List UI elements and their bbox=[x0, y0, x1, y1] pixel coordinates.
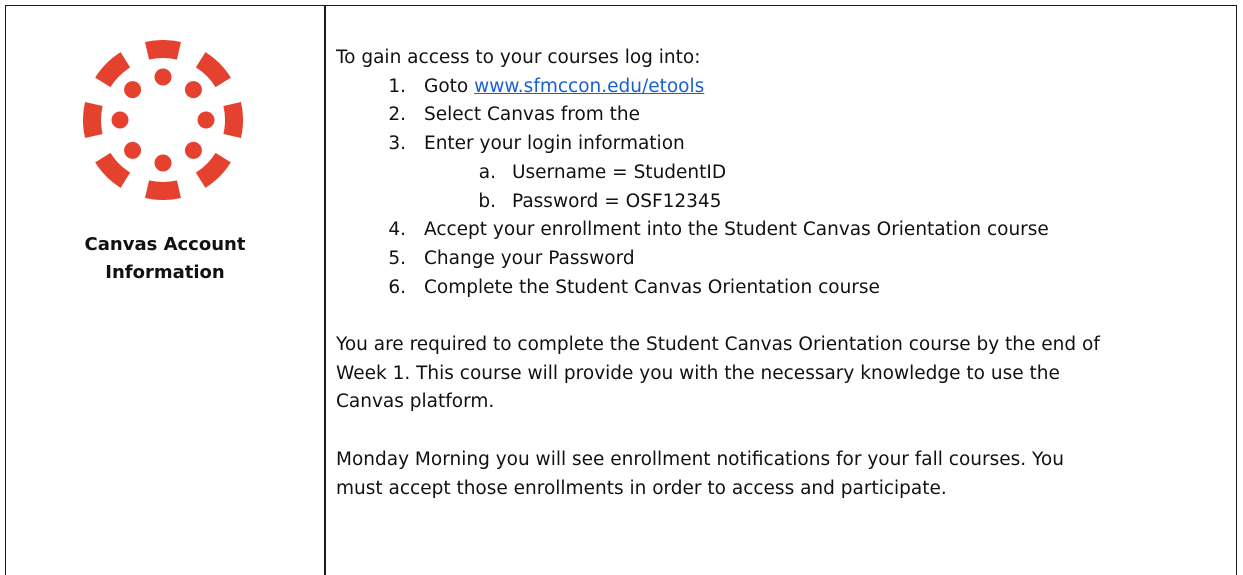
step-number: 4. bbox=[388, 219, 406, 241]
section-title-line-1: Canvas Account bbox=[84, 234, 246, 255]
column-divider bbox=[324, 6, 326, 575]
logo-dot bbox=[184, 141, 202, 159]
intro-text: To gain access to your courses log into: bbox=[336, 47, 701, 68]
logo-segment bbox=[83, 102, 103, 138]
logo-dot bbox=[197, 111, 215, 129]
step-text: Accept your enrollment into the Student … bbox=[424, 219, 1049, 241]
list-item: 4. Accept your enrollment into the Stude… bbox=[336, 216, 1226, 245]
requirement-paragraph: You are required to complete the Student… bbox=[336, 331, 1226, 417]
paragraph-line: Canvas platform. bbox=[336, 391, 495, 413]
logo-dot bbox=[124, 141, 142, 159]
substeps-container: a. Username = StudentID b. Password = OS… bbox=[336, 159, 1226, 216]
step-number: 6. bbox=[388, 276, 406, 298]
list-item: a. Username = StudentID bbox=[336, 159, 1226, 188]
step-number: 5. bbox=[388, 247, 406, 269]
logo-segment bbox=[195, 52, 231, 88]
step-text: Enter your login information bbox=[424, 133, 685, 155]
paragraph-line: must accept those enrollments in order t… bbox=[336, 477, 947, 499]
list-item: 2. Select Canvas from the bbox=[336, 101, 1226, 130]
logo-dot bbox=[154, 154, 172, 172]
step-number: 3. bbox=[388, 133, 406, 155]
logo-segment bbox=[145, 40, 181, 60]
step-text: Complete the Student Canvas Orientation … bbox=[424, 276, 880, 298]
substeps-list: a. Username = StudentID b. Password = OS… bbox=[336, 159, 1226, 216]
substep-text: Username = StudentID bbox=[512, 161, 727, 183]
enrollment-paragraph: Monday Morning you will see enrollment n… bbox=[336, 446, 1226, 503]
info-table: Canvas Account Information To gain acces… bbox=[5, 5, 1237, 575]
logo-dot bbox=[154, 68, 172, 86]
list-item: 1. Goto www.sfmccon.edu/etools bbox=[336, 73, 1226, 102]
substep-letter: b. bbox=[478, 190, 496, 212]
step-text: Change your Password bbox=[424, 247, 635, 269]
logo-segment bbox=[95, 52, 131, 88]
logo-segment bbox=[95, 152, 131, 188]
steps-list: 1. Goto www.sfmccon.edu/etools 2. Select… bbox=[336, 73, 1226, 303]
section-title: Canvas Account Information bbox=[6, 231, 324, 287]
step-number: 2. bbox=[388, 104, 406, 126]
step-text: Select Canvas from the bbox=[424, 104, 641, 126]
section-title-line-2: Information bbox=[105, 262, 225, 283]
logo-dot bbox=[184, 81, 202, 99]
step-number: 1. bbox=[388, 75, 406, 97]
substep-letter: a. bbox=[478, 161, 496, 183]
substep-text: Password = OSF12345 bbox=[512, 190, 722, 212]
list-item: b. Password = OSF12345 bbox=[336, 188, 1226, 217]
list-item: 6. Complete the Student Canvas Orientati… bbox=[336, 274, 1226, 303]
step-text: Goto bbox=[424, 75, 475, 97]
paragraph-line: Week 1. This course will provide you wit… bbox=[336, 362, 1060, 384]
list-item: 5. Change your Password bbox=[336, 245, 1226, 274]
logo-dot bbox=[111, 111, 129, 129]
paragraph-line: You are required to complete the Student… bbox=[336, 334, 1100, 356]
etools-link[interactable]: www.sfmccon.edu/etools bbox=[474, 76, 704, 97]
canvas-logo-icon bbox=[83, 40, 243, 200]
list-item: 3. Enter your login information bbox=[336, 130, 1226, 159]
logo-dot bbox=[124, 81, 142, 99]
logo-segment bbox=[145, 180, 181, 200]
logo-segment bbox=[195, 152, 231, 188]
logo-segment bbox=[223, 102, 243, 138]
instructions: To gain access to your courses log into:… bbox=[336, 44, 1226, 503]
paragraph-line: Monday Morning you will see enrollment n… bbox=[336, 448, 1064, 470]
